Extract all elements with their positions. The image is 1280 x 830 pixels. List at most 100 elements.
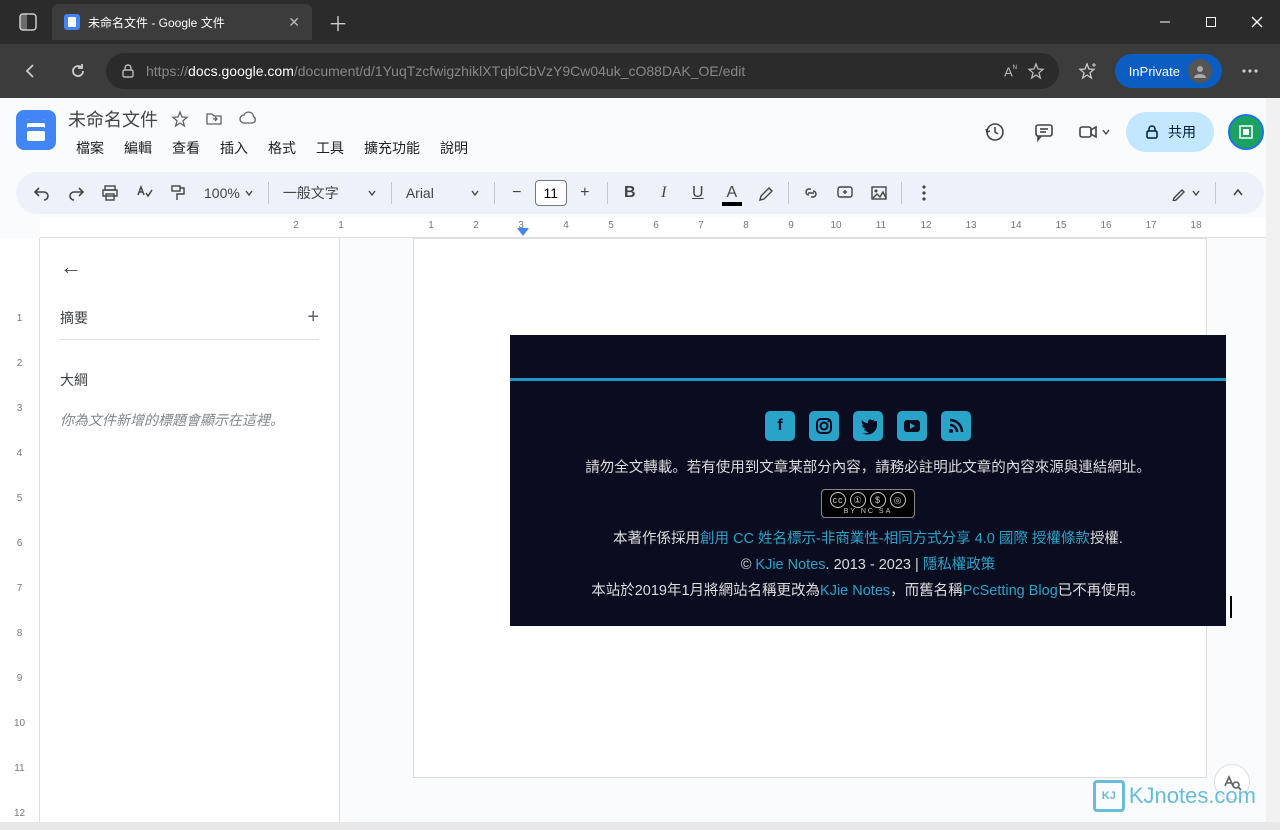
footer-rename-line: 本站於2019年1月將網站名稱更改為KJie Notes，而舊名稱PcSetti… bbox=[526, 578, 1210, 604]
paint-format-button[interactable] bbox=[162, 177, 194, 209]
scrollbar-horizontal[interactable] bbox=[0, 822, 1280, 830]
rss-icon[interactable] bbox=[941, 411, 971, 441]
explore-button[interactable] bbox=[1214, 764, 1250, 800]
insert-link-button[interactable] bbox=[795, 177, 827, 209]
menu-help[interactable]: 說明 bbox=[432, 134, 476, 162]
collections-button[interactable] bbox=[1067, 51, 1107, 91]
kjie-link[interactable]: KJie Notes bbox=[820, 583, 890, 599]
menubar: 檔案 編輯 查看 插入 格式 工具 擴充功能 說明 bbox=[68, 134, 964, 162]
tab-title: 未命名文件 - Google 文件 bbox=[88, 14, 280, 31]
inprivate-avatar-icon bbox=[1188, 59, 1212, 83]
move-button[interactable] bbox=[202, 107, 226, 131]
reading-mode-icon[interactable]: Aᴺ bbox=[1004, 63, 1017, 79]
meet-button[interactable] bbox=[1076, 114, 1112, 150]
share-button[interactable]: 共用 bbox=[1126, 112, 1214, 152]
fontsize-control: − + bbox=[501, 177, 601, 209]
spellcheck-button[interactable] bbox=[128, 177, 160, 209]
docs-header: 未命名文件 檔案 編輯 查看 插入 格式 工具 擴充功能 說明 共 bbox=[0, 98, 1280, 162]
pasted-content-block: f 請勿全文轉載。若有使用到文章某部分內容，請務必註明此文章的內容來源與連結網址… bbox=[510, 335, 1226, 626]
cloud-status-icon[interactable] bbox=[236, 107, 260, 131]
toolbar: 100% 一般文字 Arial − + B I U A bbox=[16, 172, 1264, 214]
favorite-icon[interactable] bbox=[1027, 62, 1045, 80]
main-area: 21123456789101112 ← 摘要 + 大綱 你為文件新增的標題會顯示… bbox=[0, 238, 1280, 830]
browser-menu-button[interactable] bbox=[1230, 51, 1270, 91]
inprivate-badge[interactable]: InPrivate bbox=[1115, 54, 1222, 88]
text-cursor bbox=[1230, 596, 1232, 618]
url-field[interactable]: https://docs.google.com/document/d/1YuqT… bbox=[106, 53, 1059, 89]
summary-label: 摘要 bbox=[60, 308, 88, 328]
outline-collapse-button[interactable]: ← bbox=[60, 254, 319, 280]
facebook-icon[interactable]: f bbox=[765, 411, 795, 441]
tab-strip: 未命名文件 - Google 文件 ✕ ＋ bbox=[0, 0, 354, 44]
docs-logo-icon[interactable] bbox=[16, 110, 56, 150]
summary-add-button[interactable]: + bbox=[307, 306, 319, 329]
menu-file[interactable]: 檔案 bbox=[68, 134, 112, 162]
ruler-horizontal[interactable]: 21123456789101112131415161718 bbox=[40, 218, 1280, 238]
document-canvas[interactable]: f 請勿全文轉載。若有使用到文章某部分內容，請務必註明此文章的內容來源與連結網址… bbox=[340, 238, 1280, 830]
underline-button[interactable]: U bbox=[682, 177, 714, 209]
star-button[interactable] bbox=[168, 107, 192, 131]
text-color-button[interactable]: A bbox=[716, 177, 748, 209]
redo-button[interactable] bbox=[60, 177, 92, 209]
menu-extensions[interactable]: 擴充功能 bbox=[356, 134, 428, 162]
menu-insert[interactable]: 插入 bbox=[212, 134, 256, 162]
style-dropdown[interactable]: 一般文字 bbox=[275, 177, 385, 209]
menu-format[interactable]: 格式 bbox=[260, 134, 304, 162]
history-button[interactable] bbox=[976, 114, 1012, 150]
twitter-icon[interactable] bbox=[853, 411, 883, 441]
menu-edit[interactable]: 編輯 bbox=[116, 134, 160, 162]
cc-license-link[interactable]: 創用 CC 姓名標示-非商業性-相同方式分享 4.0 國際 授權條款 bbox=[700, 531, 1090, 547]
inprivate-label: InPrivate bbox=[1129, 64, 1180, 79]
cc-license-badge[interactable]: cc①$◎ BY NC SA bbox=[821, 489, 915, 518]
lock-icon bbox=[120, 63, 136, 79]
youtube-icon[interactable] bbox=[897, 411, 927, 441]
outline-section-label: 大綱 bbox=[60, 370, 319, 390]
footer-copyright-line: © KJie Notes. 2013 - 2023 | 隱私權政策 bbox=[526, 552, 1210, 578]
doc-title[interactable]: 未命名文件 bbox=[68, 106, 158, 132]
ruler-vertical[interactable]: 21123456789101112 bbox=[0, 238, 40, 830]
pcsetting-link[interactable]: PcSetting Blog bbox=[963, 583, 1058, 599]
scrollbar-vertical[interactable] bbox=[1266, 98, 1280, 822]
lock-icon bbox=[1144, 124, 1160, 140]
titlebar: 未命名文件 - Google 文件 ✕ ＋ bbox=[0, 0, 1280, 44]
header-actions: 共用 bbox=[976, 112, 1264, 152]
more-tools-button[interactable] bbox=[908, 177, 940, 209]
nav-back-button[interactable] bbox=[10, 51, 50, 91]
font-dropdown[interactable]: Arial bbox=[398, 177, 488, 209]
minimize-button[interactable] bbox=[1142, 0, 1188, 44]
nav-refresh-button[interactable] bbox=[58, 51, 98, 91]
zoom-dropdown[interactable]: 100% bbox=[196, 177, 262, 209]
window-controls bbox=[1142, 0, 1280, 44]
fontsize-input[interactable] bbox=[535, 180, 567, 206]
print-button[interactable] bbox=[94, 177, 126, 209]
site-name-link[interactable]: KJie Notes bbox=[755, 557, 825, 573]
new-tab-button[interactable]: ＋ bbox=[322, 6, 354, 38]
menu-tools[interactable]: 工具 bbox=[308, 134, 352, 162]
instagram-icon[interactable] bbox=[809, 411, 839, 441]
comments-button[interactable] bbox=[1026, 114, 1062, 150]
fontsize-decrease[interactable]: − bbox=[501, 177, 533, 209]
privacy-link[interactable]: 隱私權政策 bbox=[923, 557, 996, 573]
close-window-button[interactable] bbox=[1234, 0, 1280, 44]
editing-mode-dropdown[interactable] bbox=[1163, 177, 1209, 209]
account-avatar[interactable] bbox=[1228, 114, 1264, 150]
italic-button[interactable]: I bbox=[648, 177, 680, 209]
collapse-toolbar-button[interactable] bbox=[1222, 177, 1254, 209]
fontsize-increase[interactable]: + bbox=[569, 177, 601, 209]
tab-close-button[interactable]: ✕ bbox=[288, 14, 300, 31]
browser-tab-active[interactable]: 未命名文件 - Google 文件 ✕ bbox=[52, 4, 312, 40]
maximize-button[interactable] bbox=[1188, 0, 1234, 44]
highlight-button[interactable] bbox=[750, 177, 782, 209]
undo-button[interactable] bbox=[26, 177, 58, 209]
menu-view[interactable]: 查看 bbox=[164, 134, 208, 162]
insert-comment-button[interactable] bbox=[829, 177, 861, 209]
tab-overview-icon[interactable] bbox=[8, 0, 48, 44]
bold-button[interactable]: B bbox=[614, 177, 646, 209]
social-icons-row: f bbox=[526, 411, 1210, 441]
address-bar: https://docs.google.com/document/d/1YuqT… bbox=[0, 44, 1280, 98]
insert-image-button[interactable] bbox=[863, 177, 895, 209]
share-label: 共用 bbox=[1168, 122, 1196, 142]
docs-favicon-icon bbox=[64, 14, 80, 30]
footer-license-line: 本著作係採用創用 CC 姓名標示-非商業性-相同方式分享 4.0 國際 授權條款… bbox=[526, 526, 1210, 552]
document-page[interactable]: f 請勿全文轉載。若有使用到文章某部分內容，請務必註明此文章的內容來源與連結網址… bbox=[413, 238, 1207, 778]
